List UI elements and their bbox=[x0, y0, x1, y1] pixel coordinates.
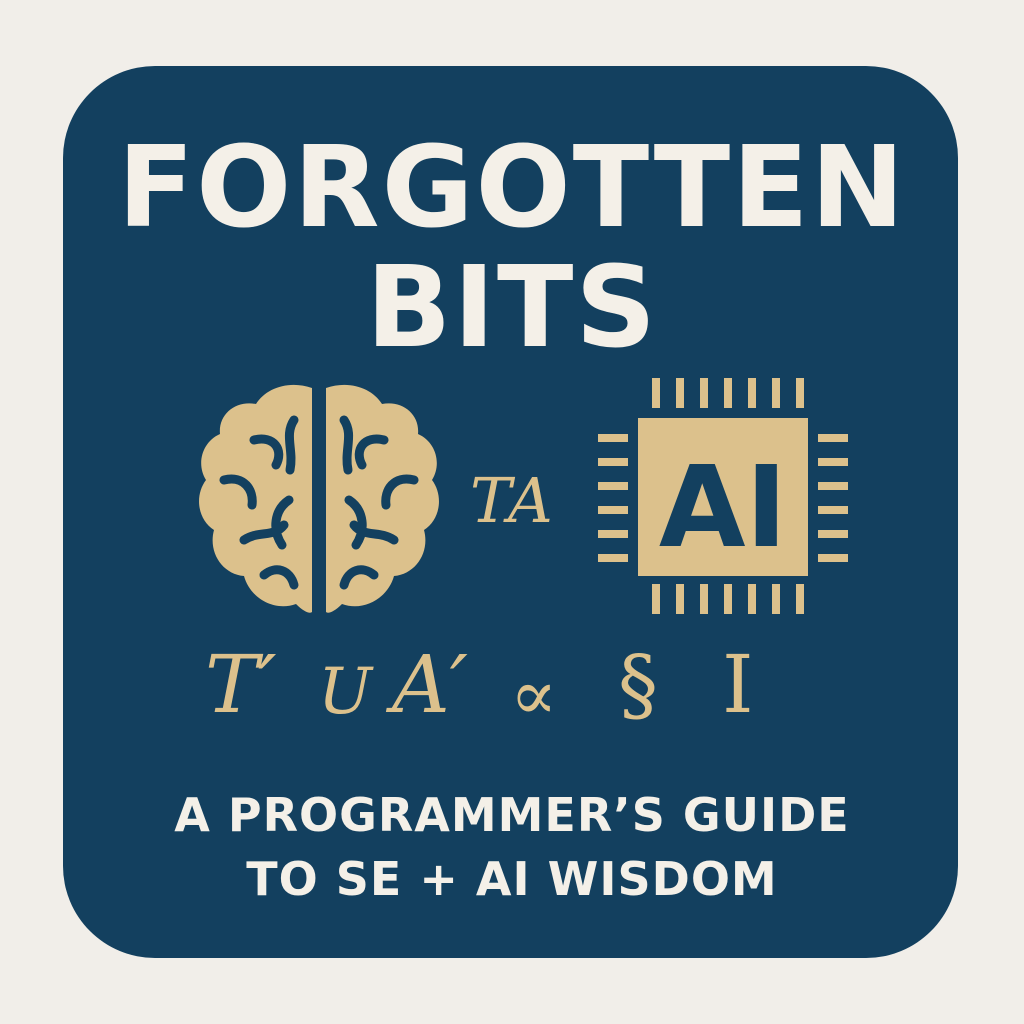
brain-icon bbox=[199, 384, 439, 613]
subtitle-line-2: TO SE + AI WISDOM bbox=[246, 852, 778, 906]
symbol-section: § bbox=[618, 638, 658, 731]
title-line-1: FORGOTTEN bbox=[117, 123, 907, 253]
chip-label: AI bbox=[659, 443, 787, 573]
cpu-chip-icon: AI bbox=[598, 378, 848, 614]
symbol-proportional: ∝ bbox=[510, 654, 558, 736]
title-line-2: BITS bbox=[365, 243, 659, 373]
subtitle-line-1: A PROGRAMMER’S GUIDE bbox=[174, 788, 850, 842]
symbol-roman-one: Ⅰ bbox=[722, 638, 754, 731]
symbol-a-prime: A′ bbox=[392, 638, 468, 731]
symbol-u: U bbox=[318, 655, 372, 729]
symbol-t-prime: T′ bbox=[205, 638, 277, 731]
ta-glyph: TA bbox=[470, 464, 553, 537]
